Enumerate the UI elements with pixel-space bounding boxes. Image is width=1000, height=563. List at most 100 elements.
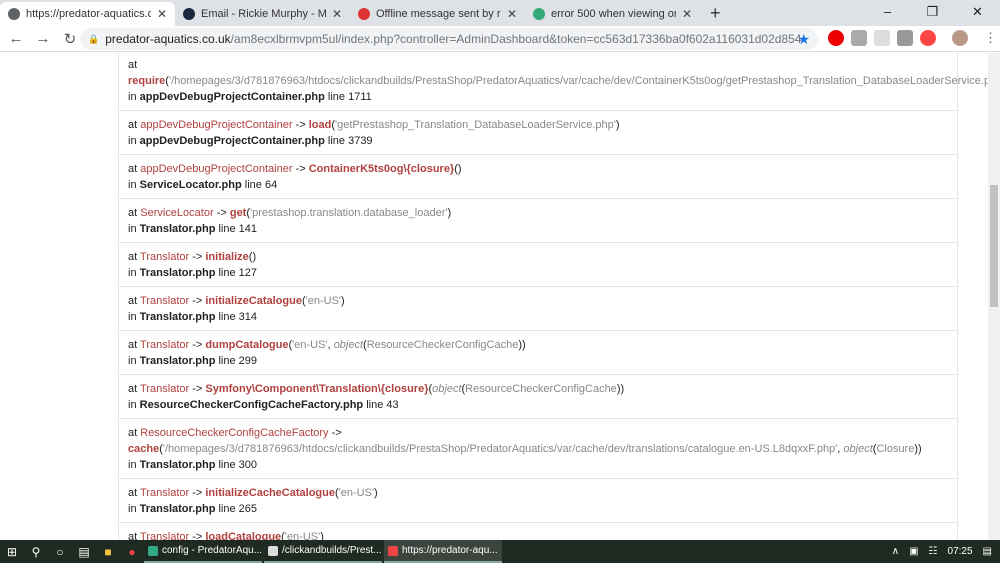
stack-frame: at ResourceCheckerConfigCacheFactory -> …: [119, 419, 957, 479]
app-icon: [268, 545, 278, 556]
scrollbar[interactable]: [988, 53, 1000, 540]
task-view-icon[interactable]: ▤: [72, 545, 96, 559]
taskbar-app[interactable]: /clickandbuilds/Prest...: [264, 540, 382, 563]
in-label: in: [128, 267, 137, 279]
frame-class: Translator: [140, 251, 190, 263]
frame-file: Translator.php: [139, 223, 216, 235]
cortana-icon[interactable]: ○: [48, 545, 72, 559]
notification-icon[interactable]: ▤: [983, 546, 992, 557]
line-label: line: [366, 399, 384, 411]
minimize-button[interactable]: –: [865, 0, 910, 26]
arrow: ->: [331, 427, 342, 439]
frame-arg: 'en-US': [292, 339, 328, 351]
extension-icon[interactable]: [874, 30, 890, 46]
frame-location: in Translator.php line 300: [128, 457, 948, 473]
window-controls: – ❐ ✕: [865, 0, 1000, 26]
chrome-icon[interactable]: ●: [120, 545, 144, 559]
frame-file: Translator.php: [139, 459, 216, 471]
frame-file: appDevDebugProjectContainer.php: [139, 135, 325, 147]
address-bar[interactable]: 🔒 predator-aquatics.co.uk/am8ecxlbrmvpm5…: [80, 28, 818, 50]
app-icon: [388, 545, 398, 556]
close-tab-icon[interactable]: ✕: [332, 7, 342, 21]
frame-call: at Translator -> initialize(): [128, 251, 257, 263]
frame-call: at appDevDebugProjectContainer -> load('…: [128, 119, 620, 131]
tab-2[interactable]: Email - Rickie Murphy - Mail Basi ✕: [175, 2, 350, 26]
frame-file: ServiceLocator.php: [139, 179, 242, 191]
frame-method: initialize: [205, 251, 249, 263]
frame-method: initializeCatalogue: [205, 295, 302, 307]
globe-icon: [8, 8, 20, 20]
reload-button[interactable]: ↻: [59, 30, 81, 48]
tab-3[interactable]: Offline message sent by rickie m ✕: [350, 2, 525, 26]
taskbar: ⊞ ⚲ ○ ▤ ■ ● config - PredatorAqu... /clic…: [0, 540, 1000, 563]
frame-arg: 'getPrestashop_Translation_DatabaseLoade…: [335, 119, 616, 131]
frame-method: get: [229, 207, 247, 219]
chevron-up-icon[interactable]: ∧: [892, 546, 899, 557]
taskbar-app[interactable]: https://predator-aqu...: [384, 540, 502, 563]
tab-title: https://predator-aquatics.co.uk/a: [26, 8, 151, 20]
frame-line: 64: [264, 179, 278, 191]
in-label: in: [128, 223, 137, 235]
frame-file: appDevDebugProjectContainer.php: [139, 91, 325, 103]
frame-arg-class: ResourceCheckerConfigCache: [465, 383, 617, 395]
stack-frame: at Translator -> initializeCatalogue('en…: [119, 287, 957, 331]
battery-icon[interactable]: ▣: [909, 546, 918, 557]
new-tab-button[interactable]: +: [700, 2, 731, 26]
profile-avatar[interactable]: [952, 30, 968, 46]
extension-icon[interactable]: [897, 30, 913, 46]
taskbar-app[interactable]: config - PredatorAqu...: [144, 540, 262, 563]
frame-class: ResourceCheckerConfigCacheFactory: [140, 427, 329, 439]
tab-4[interactable]: error 500 when viewing orders ac ✕: [525, 2, 700, 26]
frame-location: in appDevDebugProjectContainer.php line …: [128, 89, 948, 105]
in-label: in: [128, 459, 137, 471]
forward-button[interactable]: →: [32, 30, 54, 47]
mail-icon: [183, 8, 195, 20]
frame-arg: 'en-US': [338, 487, 375, 499]
arrow: ->: [192, 251, 203, 263]
tab-1[interactable]: https://predator-aquatics.co.uk/a ✕: [0, 2, 175, 26]
arrow: ->: [295, 119, 306, 131]
maximize-button[interactable]: ❐: [910, 0, 955, 26]
in-label: in: [128, 135, 137, 147]
windows-start-icon[interactable]: ⊞: [0, 545, 24, 559]
line-label: line: [218, 223, 236, 235]
frame-method: load: [308, 119, 332, 131]
close-button[interactable]: ✕: [955, 0, 1000, 26]
close-tab-icon[interactable]: ✕: [682, 7, 692, 21]
at-label: at: [128, 383, 138, 395]
frame-location: in Translator.php line 141: [128, 221, 948, 237]
clock[interactable]: 07:25: [948, 546, 973, 557]
taskbar-app-title: /clickandbuilds/Prest...: [282, 545, 382, 556]
back-button[interactable]: ←: [5, 30, 27, 47]
frame-class: ServiceLocator: [140, 207, 214, 219]
close-tab-icon[interactable]: ✕: [507, 7, 517, 21]
opera-extension-icon[interactable]: [828, 30, 844, 46]
url-path: /am8ecxlbrmvpm5ul/index.php?controller=A…: [230, 32, 802, 46]
search-icon[interactable]: ⚲: [24, 545, 48, 559]
at-label: at: [128, 531, 138, 540]
frame-class: Translator: [140, 487, 190, 499]
page-content: at require('/homepages/3/d781876963/htdo…: [0, 53, 988, 540]
frame-call: at require('/homepages/3/d781876963/htdo…: [128, 57, 988, 89]
line-label: line: [244, 179, 262, 191]
frame-line: 1711: [348, 91, 372, 103]
network-icon[interactable]: ☷: [929, 546, 938, 557]
frame-file: Translator.php: [139, 355, 216, 367]
bookmark-star-icon[interactable]: ★: [797, 31, 810, 48]
line-label: line: [218, 503, 236, 515]
frame-arg-class: Closure: [876, 443, 915, 455]
file-explorer-icon[interactable]: ■: [96, 545, 120, 559]
frame-method: cache: [128, 443, 160, 455]
menu-icon[interactable]: ⋮: [984, 30, 997, 46]
taskbar-app-title: https://predator-aqu...: [402, 545, 498, 556]
extension-icon[interactable]: [920, 30, 936, 46]
frame-location: in ResourceCheckerConfigCacheFactory.php…: [128, 397, 948, 413]
close-tab-icon[interactable]: ✕: [157, 7, 167, 21]
extension-icon[interactable]: [851, 30, 867, 46]
frame-class: appDevDebugProjectContainer: [140, 163, 293, 175]
frame-line: 265: [238, 503, 258, 515]
at-label: at: [128, 119, 138, 131]
frame-method: ContainerK5ts0og\{closure}: [308, 163, 455, 175]
scrollbar-thumb[interactable]: [990, 185, 998, 307]
frame-location: in ServiceLocator.php line 64: [128, 177, 948, 193]
